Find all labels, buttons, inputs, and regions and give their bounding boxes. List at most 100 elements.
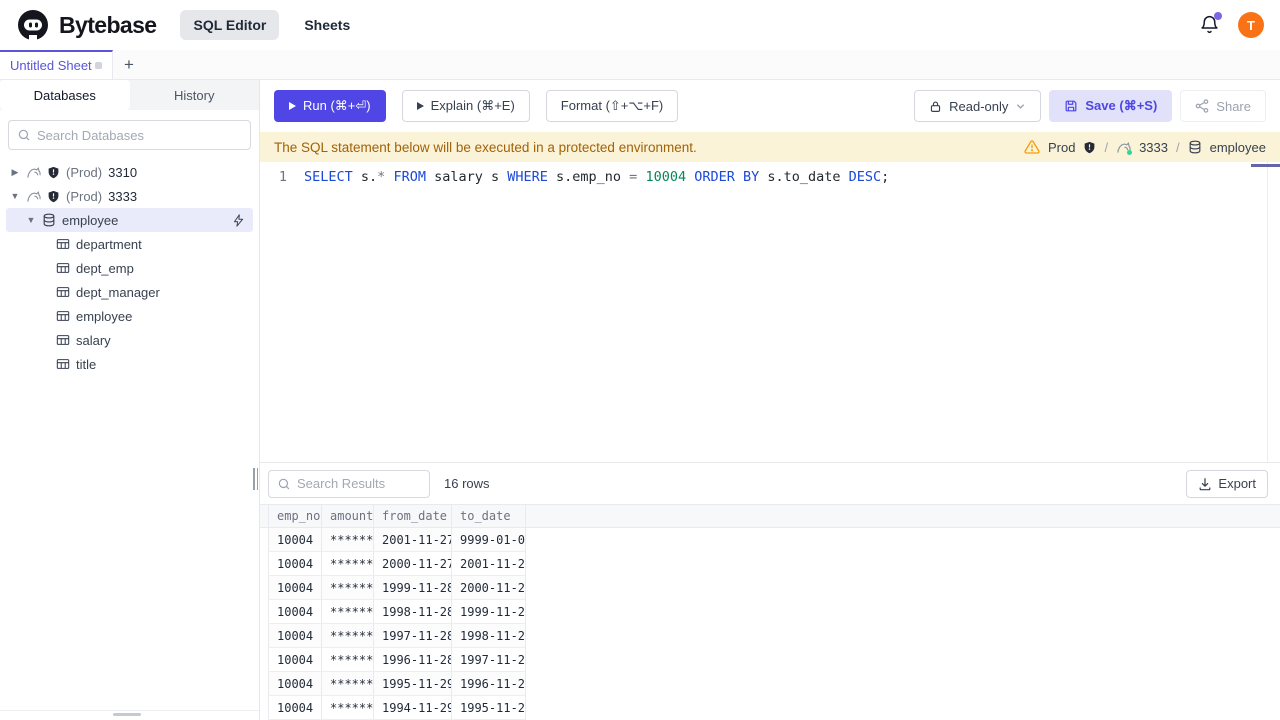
column-header[interactable]: to_date: [452, 505, 526, 527]
tree-table-item[interactable]: dept_manager: [6, 280, 253, 304]
table-cell: 1995-11-29: [452, 696, 526, 719]
search-icon: [17, 128, 31, 142]
caret-down-icon[interactable]: ▼: [10, 191, 20, 201]
tab-databases[interactable]: Databases: [0, 80, 130, 110]
database-icon: [1188, 140, 1202, 154]
share-icon: [1195, 99, 1209, 113]
sheet-tab-untitled[interactable]: Untitled Sheet: [0, 50, 113, 79]
table-cell: 2000-11-27: [374, 552, 452, 575]
env-label: (Prod): [66, 164, 103, 180]
notification-bell-icon[interactable]: [1199, 12, 1222, 36]
table-name: title: [76, 356, 97, 372]
table-row[interactable]: 10004 ****** 2000-11-27 2001-11-27: [268, 552, 526, 576]
share-button[interactable]: Share: [1180, 90, 1266, 122]
separator: /: [1176, 139, 1180, 155]
tree-table-item[interactable]: employee: [6, 304, 253, 328]
sidebar: Databases History ▶: [0, 80, 260, 720]
search-results-input[interactable]: [297, 476, 421, 491]
readonly-mode-select[interactable]: Read-only: [914, 90, 1042, 122]
database-search[interactable]: [8, 120, 251, 150]
table-row[interactable]: 10004 ****** 1999-11-28 2000-11-27: [268, 576, 526, 600]
result-table: emp_no amount from_date to_date 10004 ******…: [260, 504, 1280, 720]
tree-table-item[interactable]: department: [6, 232, 253, 256]
table-cell: 1996-11-28: [374, 648, 452, 671]
table-icon: [56, 285, 70, 299]
table-cell: 1999-11-28: [374, 576, 452, 599]
table-icon: [56, 237, 70, 251]
code-token: WHERE: [499, 169, 548, 185]
tab-history[interactable]: History: [130, 80, 260, 110]
format-button[interactable]: Format (⇧+⌥+F): [545, 90, 679, 122]
caret-right-icon[interactable]: ▶: [10, 167, 20, 178]
avatar[interactable]: T: [1238, 12, 1264, 38]
column-header[interactable]: from_date: [374, 505, 452, 527]
table-row[interactable]: 10004 ****** 1998-11-28 1999-11-28: [268, 600, 526, 624]
column-header[interactable]: amount: [322, 505, 374, 527]
tree-instance-3310[interactable]: ▶ (Prod) 3310: [6, 160, 253, 184]
row-count: 16 rows: [444, 476, 490, 491]
tree-table-item[interactable]: dept_emp: [6, 256, 253, 280]
tree-instance-3333[interactable]: ▼ (Prod) 3333: [6, 184, 253, 208]
sidebar-resize-handle[interactable]: [253, 468, 258, 490]
table-cell: 1996-11-28: [452, 672, 526, 695]
code-token: =: [621, 169, 638, 185]
play-icon: [416, 102, 424, 110]
caret-down-icon[interactable]: ▼: [26, 215, 36, 225]
table-icon: [56, 261, 70, 275]
code-token: salary s: [425, 169, 500, 185]
add-sheet-button[interactable]: +: [113, 50, 145, 79]
results-search[interactable]: [268, 469, 430, 498]
instance-name: 3333: [108, 188, 138, 204]
run-button[interactable]: Run (⌘+⏎): [274, 90, 386, 122]
database-icon: [42, 213, 56, 227]
tree-table-item[interactable]: title: [6, 352, 253, 376]
table-cell: ******: [322, 648, 374, 671]
table-cell: ******: [322, 576, 374, 599]
sql-editor[interactable]: 1 SELECT s.* FROM salary s WHERE s.emp_n…: [260, 162, 1280, 462]
notification-dot: [1214, 12, 1222, 20]
search-databases-input[interactable]: [37, 127, 242, 143]
code-token: SELECT: [304, 169, 353, 185]
table-row[interactable]: 10004 ****** 2001-11-27 9999-01-01: [268, 528, 526, 552]
sidebar-scroll-track: [0, 710, 259, 711]
bolt-icon[interactable]: [232, 213, 245, 227]
code-token: ORDER BY: [686, 169, 760, 185]
export-button[interactable]: Export: [1186, 469, 1268, 498]
run-label: Run (⌘+⏎): [303, 98, 371, 113]
sheet-tabstrip: Untitled Sheet +: [0, 50, 1280, 80]
save-icon: [1064, 99, 1078, 113]
editor-scrollbar-track: [1267, 162, 1268, 462]
table-name: dept_emp: [76, 260, 134, 276]
column-header[interactable]: emp_no: [268, 505, 322, 527]
table-cell: ******: [322, 624, 374, 647]
code-token: s.to_date: [759, 169, 841, 185]
table-cell: 1999-11-28: [452, 600, 526, 623]
table-row[interactable]: 10004 ****** 1996-11-28 1997-11-28: [268, 648, 526, 672]
table-row[interactable]: 10004 ****** 1995-11-29 1996-11-28: [268, 672, 526, 696]
code-line[interactable]: 1 SELECT s.* FROM salary s WHERE s.emp_n…: [260, 167, 1280, 187]
instance-name: 3310: [108, 164, 138, 180]
tree-table-item[interactable]: salary: [6, 328, 253, 352]
table-row[interactable]: 10004 ****** 1997-11-28 1998-11-28: [268, 624, 526, 648]
nav-sheets[interactable]: Sheets: [291, 10, 363, 40]
tree-database-employee[interactable]: ▼ employee: [6, 208, 253, 232]
separator: /: [1104, 139, 1109, 155]
shield-icon: [47, 166, 60, 179]
mysql-icon: [1116, 140, 1133, 155]
save-button[interactable]: Save (⌘+S): [1049, 90, 1173, 122]
panel-resize-handle[interactable]: [757, 462, 783, 463]
table-icon: [56, 309, 70, 323]
results-panel: 16 rows Export emp_noamountfrom_dateto_d…: [260, 462, 1280, 720]
table-row[interactable]: 10004 ****** 1994-11-29 1995-11-29: [268, 696, 526, 720]
env-label: (Prod): [66, 188, 103, 204]
sidebar-scroll-thumb[interactable]: [113, 713, 141, 716]
editor-toolbar: Run (⌘+⏎) Explain (⌘+E) Format (⇧+⌥+F) R…: [260, 80, 1280, 132]
bytebase-logo[interactable]: Bytebase: [16, 8, 157, 42]
explain-button[interactable]: Explain (⌘+E): [401, 90, 530, 122]
nav-sql-editor[interactable]: SQL Editor: [180, 10, 280, 40]
editor-overview-ruler-mark: [1251, 164, 1280, 167]
table-cell: 2001-11-27: [452, 552, 526, 575]
table-cell: 10004: [268, 648, 322, 671]
table-cell: ******: [322, 528, 374, 551]
lock-icon: [929, 100, 942, 113]
